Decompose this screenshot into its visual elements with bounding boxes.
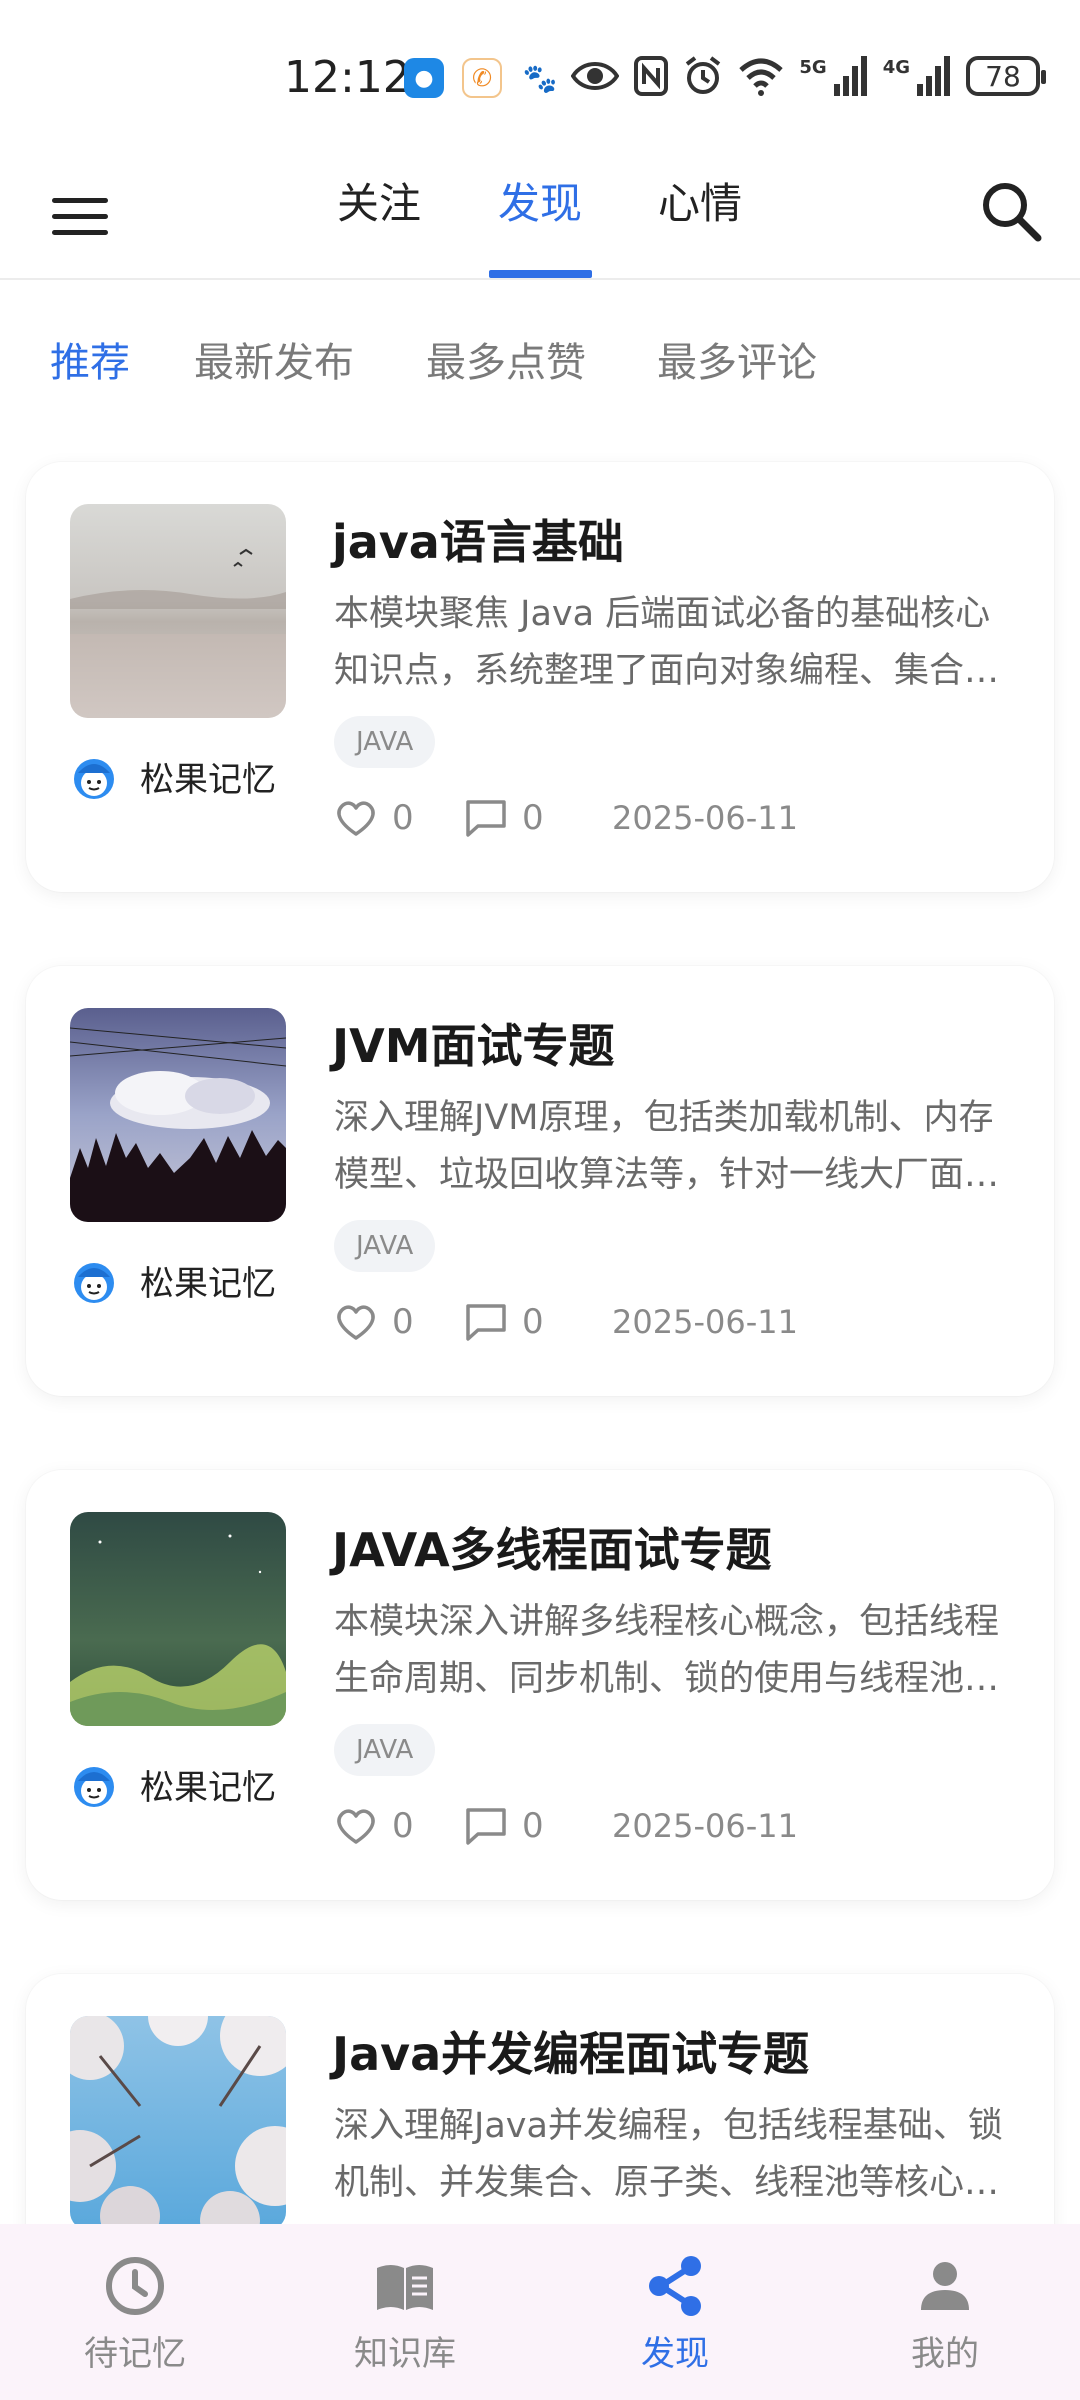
card-description: 本模块深入讲解多线程核心概念，包括线程生命周期、同步机制、锁的使用与线程池原理 [334, 1602, 1000, 1699]
author-avatar-icon [74, 1262, 114, 1303]
battery-icon: 78 [966, 56, 1046, 96]
author-name: 松果记忆 [140, 1768, 276, 1808]
network-label-5g: 5G [799, 56, 827, 78]
tab-mood[interactable]: 心情 [640, 170, 760, 231]
bottom-navigation: 待记忆 知识库 发现 我的 [0, 2224, 1080, 2400]
bottom-nav-discover[interactable]: 发现 [540, 2224, 810, 2400]
baidu-notification-icon: 🐾 [520, 58, 560, 98]
comment-count: 0 [522, 1806, 544, 1846]
comment-count: 0 [522, 798, 544, 838]
signal-icon [833, 56, 867, 96]
card-tag[interactable]: JAVA [334, 716, 436, 768]
sort-tab-most-likes[interactable]: 最多点赞 [426, 330, 586, 388]
publish-date: 2025-06-11 [612, 1303, 798, 1341]
like-count: 0 [392, 798, 414, 838]
card-thumbnail-crescent-moon-sea [70, 1512, 286, 1726]
bottom-nav-profile[interactable]: 我的 [810, 2224, 1080, 2400]
comment-icon [466, 1304, 506, 1341]
message-notification-icon: ● [404, 58, 444, 98]
like-button[interactable]: 0 [334, 1300, 464, 1344]
comment-icon [466, 800, 506, 837]
battery-level: 78 [985, 59, 1021, 93]
publish-date: 2025-06-11 [612, 1807, 798, 1845]
eye-icon [571, 62, 620, 90]
card-title[interactable]: java语言基础 [332, 506, 624, 572]
comment-count: 0 [522, 1302, 544, 1342]
like-button[interactable]: 0 [334, 1804, 464, 1848]
search-icon[interactable] [976, 176, 1046, 246]
sort-tab-most-comments[interactable]: 最多评论 [657, 330, 817, 388]
sort-tab-latest[interactable]: 最新发布 [194, 330, 354, 388]
card-stats: 0 0 2025-06-11 [334, 788, 798, 848]
card-stats: 0 0 2025-06-11 [334, 1292, 798, 1352]
bottom-nav-label: 我的 [911, 2334, 979, 2374]
publish-date: 2025-06-11 [612, 799, 798, 837]
heart-icon [337, 1305, 375, 1340]
comment-button[interactable]: 0 [464, 1300, 610, 1344]
card-tag[interactable]: JAVA [334, 1220, 436, 1272]
sort-tab-recommended[interactable]: 推荐 [50, 330, 130, 388]
notification-icons: ● ✆ 🐾 [404, 58, 560, 98]
comment-button[interactable]: 0 [464, 796, 610, 840]
nfc-icon [634, 56, 669, 96]
top-navigation: 关注 发现 心情 [0, 150, 1080, 280]
card-author[interactable]: 松果记忆 [70, 1760, 276, 1809]
bottom-nav-to-memorize[interactable]: 待记忆 [0, 2224, 270, 2400]
card-description: 本模块聚焦 Java 后端面试必备的基础核心知识点，系统整理了面向对象编程、集合… [334, 594, 1000, 691]
book-icon [377, 2265, 433, 2310]
card-description: 深入理解JVM原理，包括类加载机制、内存模型、垃圾回收算法等，针对一线大厂面试高… [334, 1098, 1000, 1195]
author-avatar-icon [74, 1766, 114, 1807]
like-button[interactable]: 0 [334, 796, 464, 840]
heart-icon [337, 801, 375, 836]
top-tabs: 关注 发现 心情 [0, 150, 1080, 280]
tab-follow[interactable]: 关注 [319, 170, 439, 231]
card-author[interactable]: 松果记忆 [70, 1256, 276, 1305]
person-icon [921, 2262, 969, 2310]
signal-icon [917, 56, 950, 96]
bottom-nav-label: 发现 [641, 2334, 709, 2374]
card-title[interactable]: JAVA多线程面试专题 [332, 1514, 772, 1580]
tab-discover[interactable]: 发现 [480, 170, 600, 231]
status-time: 12:12 [284, 52, 411, 103]
author-avatar-icon [74, 758, 114, 799]
status-bar: 12:12 ● ✆ 🐾 5G 4G 78 [0, 0, 1080, 150]
knowledge-card[interactable]: 松果记忆 JAVA多线程面试专题 本模块深入讲解多线程核心概念，包括线程生命周期… [26, 1470, 1054, 1900]
app-notification-icon: ✆ [462, 58, 502, 98]
active-tab-indicator [489, 270, 592, 278]
card-title[interactable]: Java并发编程面试专题 [332, 2018, 809, 2084]
bottom-nav-label: 待记忆 [84, 2334, 186, 2374]
sort-tabs: 推荐 最新发布 最多点赞 最多评论 [0, 320, 1080, 400]
card-thumbnail-misty-lake [70, 504, 286, 718]
card-stats: 0 0 2025-06-11 [334, 1796, 798, 1856]
system-icons: 5G 4G 78 [571, 54, 1046, 98]
bottom-nav-label: 知识库 [354, 2334, 456, 2374]
comment-button[interactable]: 0 [464, 1804, 610, 1848]
network-label-4g: 4G [882, 56, 910, 78]
comment-icon [466, 1808, 506, 1845]
card-thumbnail-cloud-treeline [70, 1008, 286, 1222]
clock-icon [106, 2257, 164, 2315]
card-description: 深入理解Java并发编程，包括线程基础、锁机制、并发集合、原子类、线程池等核心内… [334, 2106, 1003, 2203]
like-count: 0 [392, 1302, 414, 1342]
knowledge-card[interactable]: 松果记忆 java语言基础 本模块聚焦 Java 后端面试必备的基础核心知识点，… [26, 462, 1054, 892]
author-name: 松果记忆 [140, 760, 276, 800]
bottom-nav-knowledge-base[interactable]: 知识库 [270, 2224, 540, 2400]
heart-icon [337, 1809, 375, 1844]
card-author[interactable]: 松果记忆 [70, 752, 276, 801]
card-title[interactable]: JVM面试专题 [332, 1010, 615, 1076]
share-icon [649, 2256, 701, 2316]
like-count: 0 [392, 1806, 414, 1846]
author-name: 松果记忆 [140, 1264, 276, 1304]
wifi-icon [739, 58, 784, 96]
knowledge-card[interactable]: 松果记忆 JVM面试专题 深入理解JVM原理，包括类加载机制、内存模型、垃圾回收… [26, 966, 1054, 1396]
card-thumbnail-cherry-blossom-sky [70, 2016, 286, 2230]
card-tag[interactable]: JAVA [334, 1724, 436, 1776]
alarm-icon [686, 56, 721, 94]
